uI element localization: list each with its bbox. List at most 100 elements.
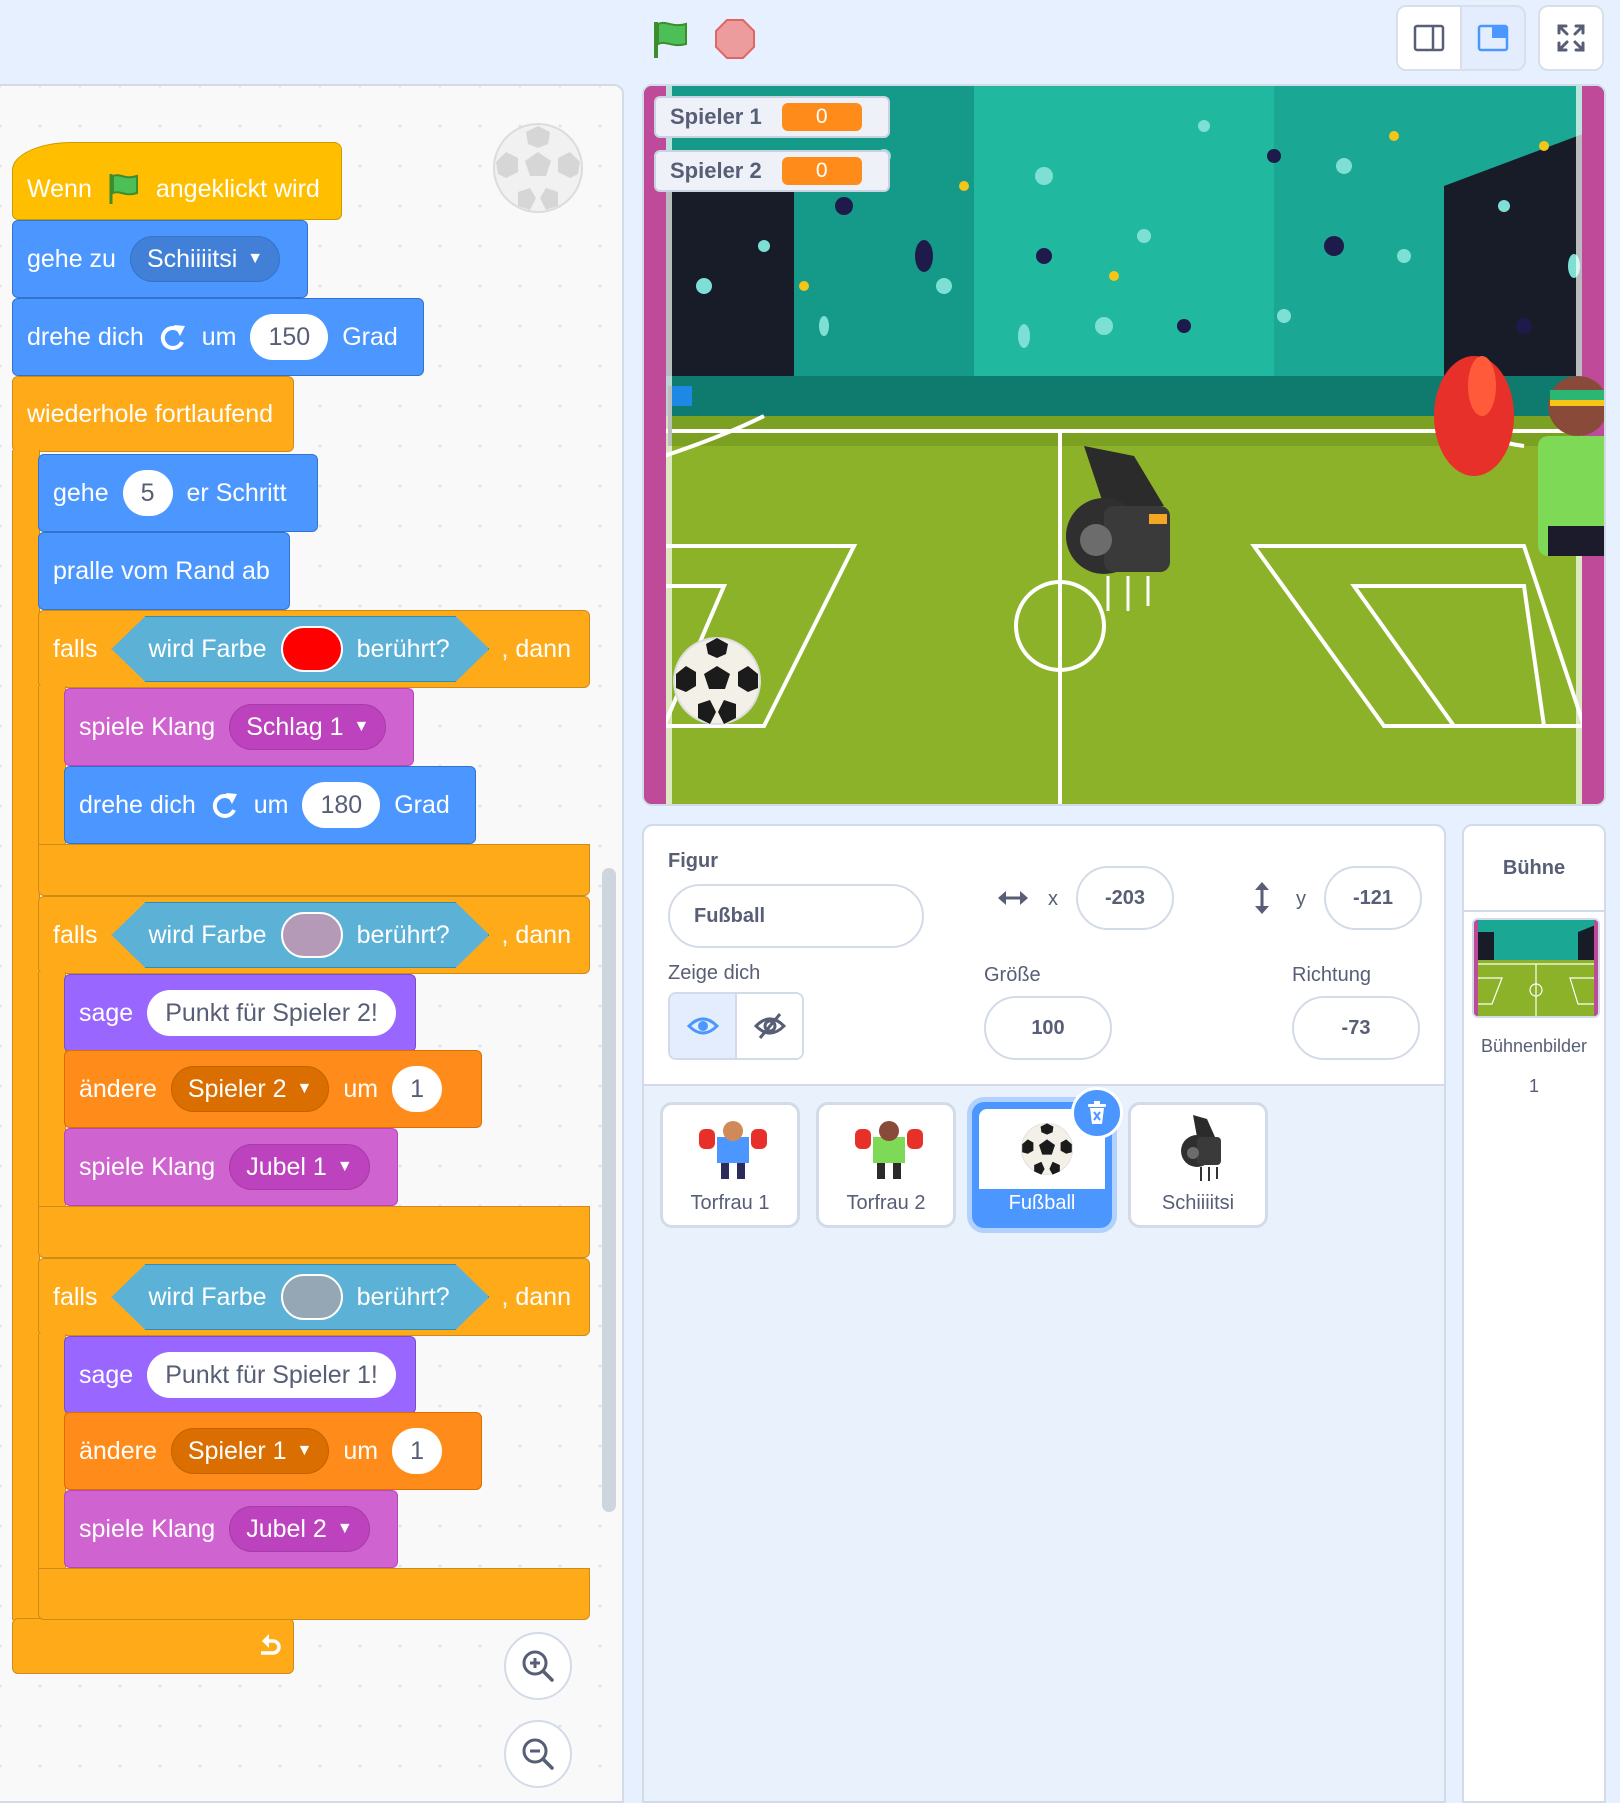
color-picker-red[interactable]: [281, 626, 343, 672]
backdrop-thumbnail[interactable]: [1472, 918, 1600, 1018]
change2-var: Spieler 2: [187, 1074, 287, 1103]
sprite-tile-fussball[interactable]: Fußball: [972, 1087, 1123, 1228]
change1-label: ändere: [79, 1436, 157, 1465]
direction-label: Richtung: [1292, 964, 1371, 986]
goalkeeper-sprite[interactable]: [1428, 326, 1606, 576]
whistle-sprite[interactable]: [1064, 446, 1184, 616]
when-flag-clicked-block[interactable]: Wenn angeklickt wird: [12, 142, 342, 220]
horizontal-arrows-icon: [998, 891, 1028, 905]
chevron-down-icon: ▼: [296, 1080, 313, 1097]
delete-sprite-button[interactable]: [1071, 1087, 1123, 1139]
zoom-out-icon: [522, 1738, 554, 1770]
turn2-label: drehe dich: [79, 790, 196, 819]
move-steps-block[interactable]: gehe 5 er Schritt: [38, 454, 318, 532]
goto-block[interactable]: gehe zu Schiiiitsi ▼: [12, 220, 308, 298]
color-picker-mauve[interactable]: [281, 912, 343, 958]
size-label: Größe: [984, 964, 1041, 986]
hat-prefix: Wenn: [27, 174, 92, 203]
if-block-1[interactable]: falls wird Farbe berührt? , dann: [38, 610, 590, 688]
play2-label: spiele Klang: [79, 1152, 216, 1181]
if2-dann: , dann: [501, 920, 571, 949]
turn2-um: um: [253, 790, 289, 819]
say-block-2[interactable]: sage Punkt für Spieler 2!: [64, 974, 416, 1052]
play-sound-block-3[interactable]: spiele Klang Jubel 2 ▼: [64, 1490, 398, 1568]
if2-falls: falls: [53, 920, 98, 949]
direction-input[interactable]: -73: [1292, 996, 1420, 1060]
stage-pane-title: Bühne: [1464, 826, 1604, 912]
sprite-tile-torfrau-1[interactable]: Torfrau 1: [660, 1102, 800, 1228]
touching-color-block-3[interactable]: wird Farbe berührt?: [111, 1264, 489, 1330]
sprite-info: Figur Fußball x -203 y -121 Zeige dich G…: [644, 826, 1444, 1086]
x-input[interactable]: -203: [1076, 866, 1174, 930]
zoom-in-button[interactable]: [504, 1632, 572, 1700]
if1-arm: [38, 686, 66, 846]
play2-sound: Jubel 1: [246, 1152, 327, 1181]
sound-dropdown-2[interactable]: Jubel 1 ▼: [229, 1144, 370, 1190]
play-sound-block-2[interactable]: spiele Klang Jubel 1 ▼: [64, 1128, 398, 1206]
size-input[interactable]: 100: [984, 996, 1112, 1060]
if2-arm: [38, 972, 66, 1208]
script-scrollbar[interactable]: [602, 868, 616, 1512]
monitor-value: 0: [781, 103, 862, 131]
if-block-3[interactable]: falls wird Farbe berührt? , dann: [38, 1258, 590, 1336]
move-suffix: er Schritt: [186, 478, 287, 507]
play3-sound: Jubel 2: [246, 1514, 327, 1543]
sprite-name-input[interactable]: Fußball: [668, 884, 924, 948]
stop-icon[interactable]: [714, 18, 756, 60]
sound-dropdown-3[interactable]: Jubel 2 ▼: [229, 1506, 370, 1552]
stage-pane[interactable]: Bühne Bühnenbilder 1: [1462, 824, 1606, 1803]
turn-right-block-2[interactable]: drehe dich um 180 Grad: [64, 766, 476, 844]
monitor-name: Spieler 1: [670, 104, 762, 129]
change-variable-block-1[interactable]: ändere Spieler 1 ▼ um 1: [64, 1412, 482, 1490]
touching-color-block-1[interactable]: wird Farbe berührt?: [111, 616, 489, 682]
if-block-2[interactable]: falls wird Farbe berührt? , dann: [38, 896, 590, 974]
say1-text-input[interactable]: Punkt für Spieler 1!: [147, 1352, 396, 1398]
hide-button[interactable]: [737, 994, 802, 1058]
eye-slash-icon: [753, 1013, 786, 1039]
variable-monitor-spieler-1[interactable]: Spieler 1 0: [654, 96, 890, 138]
stage[interactable]: Spieler 1 0 Spieler 2 0: [642, 84, 1606, 806]
say2-text-input[interactable]: Punkt für Spieler 2!: [147, 990, 396, 1036]
show-button[interactable]: [670, 994, 737, 1058]
trash-icon: [1088, 1101, 1106, 1124]
chevron-down-icon: ▼: [247, 250, 264, 267]
color-picker-gray[interactable]: [281, 1274, 343, 1320]
if2-cond2: berührt?: [356, 920, 450, 949]
bounce-on-edge-block[interactable]: pralle vom Rand ab: [38, 532, 290, 610]
change-variable-block-2[interactable]: ändere Spieler 2 ▼ um 1: [64, 1050, 482, 1128]
goto-target-dropdown[interactable]: Schiiiitsi ▼: [129, 236, 281, 282]
variable-monitor-spieler-2[interactable]: Spieler 2 0: [654, 150, 890, 192]
change2-um: um: [343, 1074, 379, 1103]
turn-um: um: [201, 322, 237, 351]
change1-value-input[interactable]: 1: [392, 1428, 443, 1474]
change1-var: Spieler 1: [187, 1436, 287, 1465]
play-sound-block-1[interactable]: spiele Klang Schlag 1 ▼: [64, 688, 414, 766]
football-sprite[interactable]: [672, 636, 762, 726]
rotate-right-icon: [160, 325, 185, 350]
turn-right-block[interactable]: drehe dich um 150 Grad: [12, 298, 424, 376]
green-flag-icon[interactable]: [650, 18, 692, 60]
sprite-tile-torfrau-2[interactable]: Torfrau 2: [816, 1102, 956, 1228]
zoom-out-button[interactable]: [504, 1720, 572, 1788]
fullscreen-button[interactable]: [1538, 5, 1604, 71]
football-thumbnail: [1021, 1123, 1073, 1175]
if1-end: [38, 844, 590, 896]
change2-value-input[interactable]: 1: [392, 1066, 443, 1112]
sprite-tile-schiiiitsi[interactable]: Schiiiitsi: [1128, 1102, 1268, 1228]
small-stage-button[interactable]: [1396, 5, 1462, 71]
turn-degrees-input[interactable]: 150: [250, 314, 329, 360]
touching-color-block-2[interactable]: wird Farbe berührt?: [111, 902, 489, 968]
variable-dropdown-2[interactable]: Spieler 2 ▼: [170, 1066, 330, 1112]
eye-icon: [686, 1017, 719, 1035]
visibility-toggle: [668, 992, 804, 1060]
move-steps-input[interactable]: 5: [122, 470, 173, 516]
say-block-1[interactable]: sage Punkt für Spieler 1!: [64, 1336, 416, 1414]
y-input[interactable]: -121: [1324, 866, 1422, 930]
sound-dropdown-1[interactable]: Schlag 1 ▼: [229, 704, 387, 750]
hat-suffix: angeklickt wird: [155, 174, 320, 203]
forever-block[interactable]: wiederhole fortlaufend: [12, 376, 294, 452]
turn2-degrees-input[interactable]: 180: [302, 782, 381, 828]
if1-cond2: berührt?: [356, 634, 450, 663]
large-stage-button[interactable]: [1460, 5, 1526, 71]
variable-dropdown-1[interactable]: Spieler 1 ▼: [170, 1428, 330, 1474]
